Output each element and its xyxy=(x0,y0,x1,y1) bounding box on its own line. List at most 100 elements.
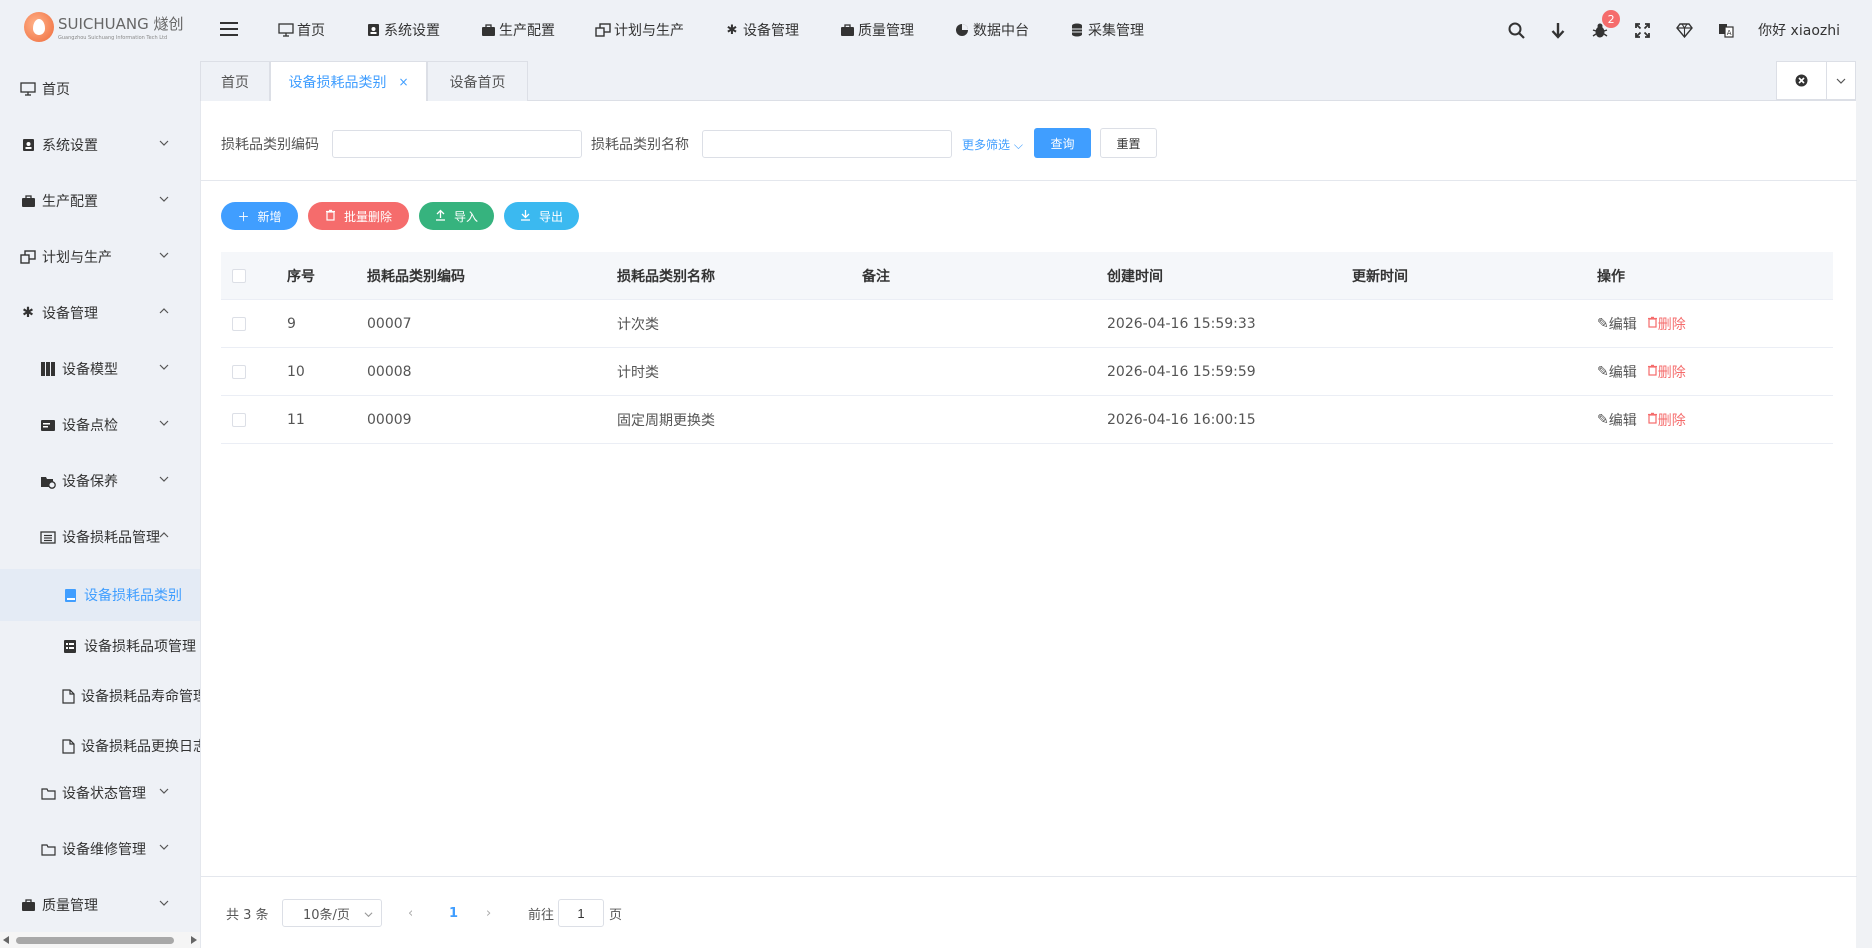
batch-delete-button[interactable]: 批量删除 xyxy=(308,202,409,230)
menu-toggle-icon[interactable] xyxy=(220,22,238,36)
row-name: 计次类 xyxy=(617,317,659,333)
table-row: 9 00007 计次类 2026-04-16 15:59:33 ✎ 编辑 删除 xyxy=(221,300,1833,348)
sidebar-item-consumable-items[interactable]: 设备损耗品项管理 xyxy=(0,621,200,671)
nav-item-collection[interactable]: 采集管理 xyxy=(1069,20,1144,40)
top-header: SUICHUANG 燧创 Guangzhou Suichuang Informa… xyxy=(0,0,1872,60)
row-checkbox[interactable] xyxy=(232,413,246,427)
scrollbar-thumb[interactable] xyxy=(16,937,174,944)
edit-button[interactable]: ✎ 编辑 xyxy=(1597,362,1637,382)
chevron-down-icon xyxy=(159,196,169,202)
user-greeting[interactable]: 你好 xiaozhi xyxy=(1758,20,1840,40)
chevron-down-icon xyxy=(159,420,169,426)
sidebar-item-equipment[interactable]: ✱ 设备管理 xyxy=(0,293,200,333)
sidebar-item-label: 系统设置 xyxy=(42,138,98,154)
sidebar-item-label: 设备保养 xyxy=(62,474,118,490)
filter-form: 损耗品类别编码 损耗品类别名称 更多筛选 ⌵ 查询 重置 xyxy=(201,101,1857,181)
nav-item-equipment[interactable]: ✱ 设备管理 xyxy=(724,20,799,40)
row-created: 2026-04-16 15:59:33 xyxy=(1107,316,1256,332)
nav-item-home[interactable]: 首页 xyxy=(278,20,325,40)
code-filter-label: 损耗品类别编码 xyxy=(221,137,319,153)
scroll-left-icon[interactable] xyxy=(3,936,9,944)
add-button[interactable]: ＋ 新增 xyxy=(221,202,298,230)
nav-item-plan-production[interactable]: 计划与生产 xyxy=(595,20,684,40)
search-icon[interactable] xyxy=(1506,20,1526,40)
sidebar-item-quality[interactable]: 质量管理 xyxy=(0,885,200,925)
sidebar-item-label: 质量管理 xyxy=(42,898,98,914)
delete-button[interactable]: 删除 xyxy=(1647,314,1686,334)
row-name: 固定周期更换类 xyxy=(617,413,715,429)
sidebar-item-system-settings[interactable]: 系统设置 xyxy=(0,125,200,165)
query-button[interactable]: 查询 xyxy=(1034,128,1091,158)
delete-button[interactable]: 删除 xyxy=(1647,362,1686,382)
asterisk-icon: ✱ xyxy=(726,22,738,38)
sidebar-item-consumable-life[interactable]: 设备损耗品寿命管理 xyxy=(0,671,200,721)
sidebar-item-label: 生产配置 xyxy=(42,194,98,210)
row-created: 2026-04-16 15:59:59 xyxy=(1107,364,1256,380)
edit-button[interactable]: ✎ 编辑 xyxy=(1597,314,1637,334)
language-icon[interactable]: A xyxy=(1716,20,1736,40)
import-button[interactable]: 导入 xyxy=(419,202,494,230)
sidebar-item-label: 计划与生产 xyxy=(42,250,112,266)
row-checkbox[interactable] xyxy=(232,365,246,379)
sidebar-item-label: 设备损耗品更换日志 xyxy=(81,739,200,755)
nav-item-production-config[interactable]: 生产配置 xyxy=(480,20,555,40)
fullscreen-icon[interactable] xyxy=(1632,20,1652,40)
row-checkbox[interactable] xyxy=(232,317,246,331)
total-count: 共 3 条 xyxy=(226,907,269,923)
diamond-icon[interactable] xyxy=(1674,20,1694,40)
code-filter-input[interactable] xyxy=(332,130,582,158)
nav-item-system-settings[interactable]: 系统设置 xyxy=(365,20,440,40)
sidebar-item-equipment-status[interactable]: 设备状态管理 xyxy=(0,773,200,813)
bug-icon[interactable]: 2 xyxy=(1590,10,1621,40)
trash-icon xyxy=(1647,316,1658,332)
sidebar-item-equipment-repair[interactable]: 设备维修管理 xyxy=(0,829,200,869)
nav-item-label: 首页 xyxy=(297,23,325,39)
more-filters-link[interactable]: 更多筛选 ⌵ xyxy=(962,136,1023,153)
pagination: 共 3 条 10条/页 ‹ 1 › 前往 页 xyxy=(201,876,1857,948)
sidebar-item-home[interactable]: 首页 xyxy=(0,69,200,109)
row-created: 2026-04-16 16:00:15 xyxy=(1107,412,1256,428)
prev-page-icon[interactable]: ‹ xyxy=(408,877,413,948)
top-nav: 首页 系统设置 生产配置 计划与生产 ✱ 设备管理 质量管理 数据中台 采集管理 xyxy=(278,0,1184,60)
sidebar-item-label: 设备状态管理 xyxy=(62,786,146,802)
tab-equipment-home[interactable]: 设备首页 xyxy=(427,61,528,101)
select-all-checkbox[interactable] xyxy=(232,269,246,283)
next-page-icon[interactable]: › xyxy=(486,877,491,948)
chevron-down-icon xyxy=(159,788,169,794)
sidebar-item-equipment-inspection[interactable]: 设备点检 xyxy=(0,405,200,445)
sidebar-horizontal-scrollbar[interactable] xyxy=(0,932,200,948)
edit-button[interactable]: ✎ 编辑 xyxy=(1597,410,1637,430)
list-box-icon xyxy=(62,638,78,654)
tab-label: 设备损耗品类别 xyxy=(288,75,387,91)
sidebar-item-equipment-maintenance[interactable]: 设备保养 xyxy=(0,461,200,501)
tab-consumable-category[interactable]: 设备损耗品类别 × xyxy=(270,61,427,102)
download-arrow-icon[interactable] xyxy=(1548,20,1568,40)
select-all-cell xyxy=(232,252,246,300)
page-number-current[interactable]: 1 xyxy=(449,877,458,948)
nav-item-data-center[interactable]: 数据中台 xyxy=(954,20,1029,40)
sidebar-item-consumable-replace-log[interactable]: 设备损耗品更换日志 xyxy=(0,721,200,771)
tab-home[interactable]: 首页 xyxy=(200,61,270,101)
goto-page-input[interactable] xyxy=(558,899,604,927)
export-button[interactable]: 导出 xyxy=(504,202,579,230)
sidebar-item-equipment-model[interactable]: 设备模型 xyxy=(0,349,200,389)
sidebar-item-production-config[interactable]: 生产配置 xyxy=(0,181,200,221)
delete-button[interactable]: 删除 xyxy=(1647,410,1686,430)
reset-button[interactable]: 重置 xyxy=(1100,128,1157,158)
close-icon[interactable]: × xyxy=(398,75,408,89)
scroll-right-icon[interactable] xyxy=(191,936,197,944)
sidebar-item-consumable-category[interactable]: 设备损耗品类别 xyxy=(0,569,200,621)
nav-item-quality[interactable]: 质量管理 xyxy=(839,20,914,40)
name-filter-input[interactable] xyxy=(702,130,952,158)
logo: SUICHUANG 燧创 Guangzhou Suichuang Informa… xyxy=(24,10,184,44)
list-icon xyxy=(40,529,56,545)
sidebar-item-label: 设备损耗品项管理 xyxy=(84,639,196,655)
page-size-select[interactable]: 10条/页 xyxy=(282,899,382,927)
close-all-tabs-icon[interactable] xyxy=(1777,62,1827,99)
column-header: 损耗品类别编码 xyxy=(367,269,465,285)
edit-icon: ✎ xyxy=(1597,364,1609,380)
sidebar-item-plan-production[interactable]: 计划与生产 xyxy=(0,237,200,277)
sidebar-item-consumables-management[interactable]: 设备损耗品管理 xyxy=(0,517,200,557)
app-root: SUICHUANG 燧创 Guangzhou Suichuang Informa… xyxy=(0,0,1872,948)
tabs-menu-chevron-icon[interactable] xyxy=(1827,62,1855,99)
